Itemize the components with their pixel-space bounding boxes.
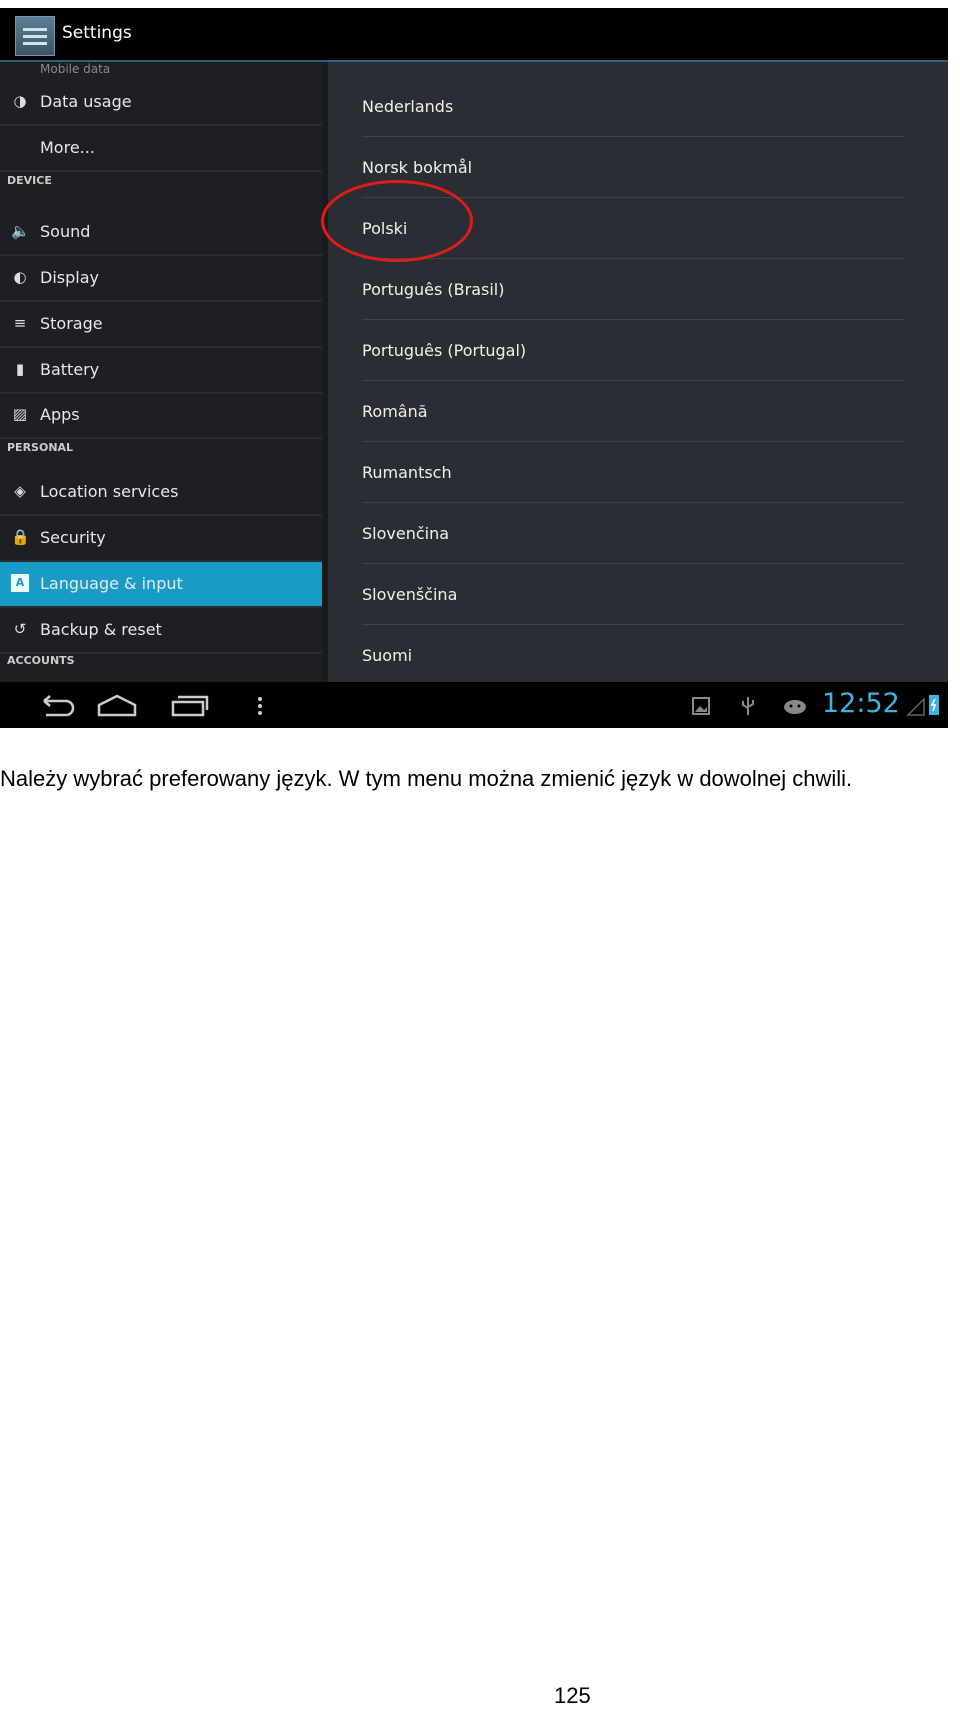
language-label: Slovenčina [362,524,450,543]
usb-icon [742,697,754,715]
recent-apps-icon[interactable] [170,693,210,719]
data-usage-icon: ◑ [13,92,27,110]
language-label: Norsk bokmål [362,158,473,177]
language-list[interactable]: Nederlands Norsk bokmål Polski Português (B… [322,62,948,682]
language-label: Suomi [362,646,413,665]
section-header-accounts: ACCOUNTS [7,654,75,667]
sidebar-item-battery[interactable]: ▮ Battery [0,348,322,394]
battery-charging-icon [929,695,939,715]
sidebar-item-display[interactable]: ◐ Display [0,256,322,302]
app-title: Settings [62,23,132,43]
sidebar-item-label: Battery [40,360,100,379]
system-nav-bar: 12:52 [0,683,948,728]
sidebar-item-label: More... [40,138,95,157]
sound-icon: 🔈 [11,222,30,240]
language-label: Rumantsch [362,463,452,482]
language-option[interactable]: Nederlands [362,76,904,137]
language-option[interactable]: Português (Portugal) [362,320,904,381]
sidebar-item-label: Security [40,528,106,547]
sidebar-item-label: Storage [40,314,103,333]
language-label: Slovenščina [362,585,458,604]
backup-icon: ↺ [13,620,27,638]
language-option[interactable]: Suomi [362,625,904,685]
language-icon: A [11,574,29,592]
battery-icon: ▮ [15,360,25,378]
back-icon[interactable] [36,693,80,719]
document-paragraph: Należy wybrać preferowany język. W tym m… [0,766,853,791]
sidebar-item-label: Backup & reset [40,620,162,639]
lock-icon: 🔒 [11,528,30,546]
language-option[interactable]: Português (Brasil) [362,259,904,320]
language-label: Português (Brasil) [362,280,505,299]
language-option[interactable]: Slovenščina [362,564,904,625]
sidebar-item-storage[interactable]: ≡ Storage [0,302,322,348]
language-option[interactable]: Română [362,381,904,442]
sidebar-item-label: Apps [40,405,80,424]
sidebar-item-sound[interactable]: 🔈 Sound [0,210,322,256]
home-icon[interactable] [95,693,139,719]
sidebar-item-label: Sound [40,222,91,241]
sidebar-item-location-services[interactable]: ◈ Location services [0,470,322,516]
sidebar-item-label: Language & input [40,574,183,593]
language-option[interactable]: Rumantsch [362,442,904,503]
settings-sidebar[interactable]: Mobile data ◑ Data usage More... DEVICE 🔈 Sou… [0,62,322,682]
sidebar-item-language-input[interactable]: A Language & input [0,562,322,608]
storage-icon: ≡ [13,314,27,332]
sidebar-item-mobile-data[interactable]: Mobile data [40,62,110,76]
page-number: 125 [554,1683,591,1708]
sidebar-item-security[interactable]: 🔒 Security [0,516,322,562]
section-header-device: DEVICE [7,174,52,187]
location-icon: ◈ [14,482,26,500]
sidebar-item-label: Location services [40,482,179,501]
action-bar: Settings [0,8,948,62]
apps-icon: ▨ [12,405,28,423]
clock: 12:52 [822,688,900,719]
gallery-icon [692,697,710,715]
android-icon [784,700,806,714]
sidebar-item-data-usage[interactable]: ◑ Data usage [0,80,322,126]
display-icon: ◐ [13,268,27,286]
menu-icon[interactable] [256,693,264,719]
sidebar-item-apps[interactable]: ▨ Apps [0,393,322,439]
sidebar-item-label: Data usage [40,92,132,111]
settings-app-icon [15,16,55,56]
sidebar-item-backup-reset[interactable]: ↺ Backup & reset [0,608,322,654]
language-label: Nederlands [362,97,454,116]
sidebar-item-label: Display [40,268,99,287]
tablet-screenshot: Settings Mobile data ◑ Data usage More... D… [0,8,948,728]
sidebar-item-more[interactable]: More... [0,126,322,172]
language-label: Română [362,402,428,421]
signal-icon [906,697,925,716]
highlight-circle [321,180,473,262]
section-header-personal: PERSONAL [7,441,74,454]
language-label: Português (Portugal) [362,341,527,360]
language-option[interactable]: Slovenčina [362,503,904,564]
